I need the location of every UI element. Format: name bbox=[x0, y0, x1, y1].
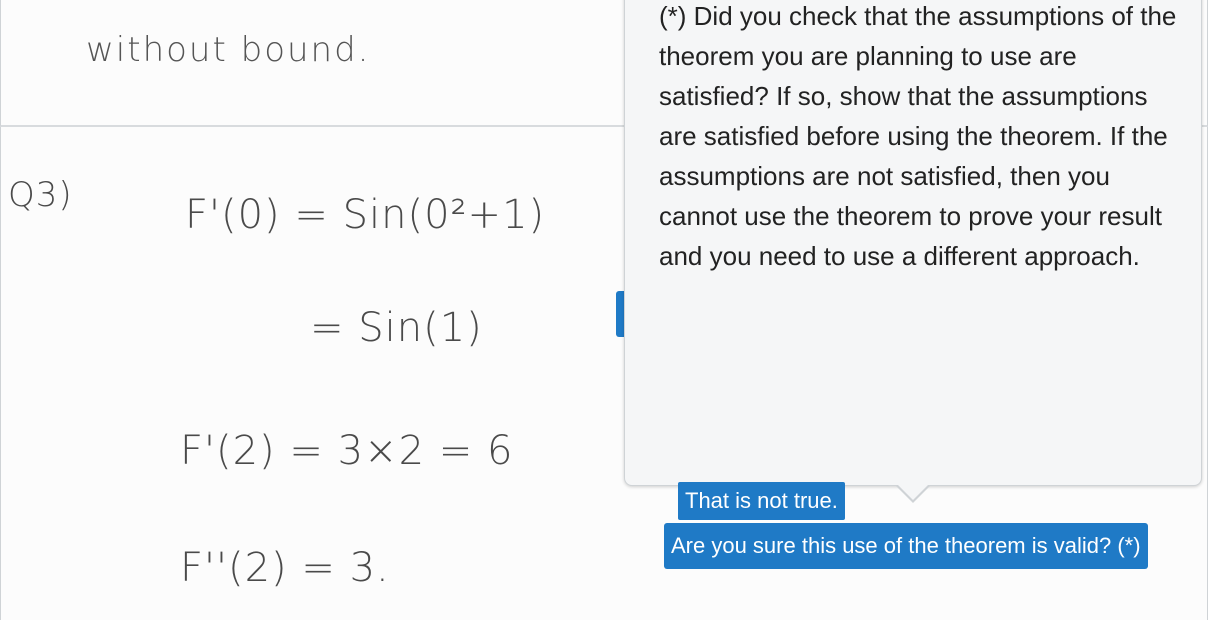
question-label: Q3) bbox=[8, 175, 73, 215]
handwritten-line-3: F'(2) = 3×2 = 6 bbox=[180, 428, 514, 474]
handwritten-line-1: F'(0) = Sin(0²+1) bbox=[185, 192, 546, 238]
popover-arrow-fill bbox=[897, 484, 929, 500]
handwritten-line-2: = Sin(1) bbox=[310, 305, 483, 351]
comment-chip-theorem-valid[interactable]: Are you sure this use of the theorem is … bbox=[664, 523, 1148, 569]
comment-popover: (*) Did you check that the assumptions o… bbox=[624, 0, 1202, 486]
handwritten-line-4: F''(2) = 3. bbox=[180, 545, 390, 591]
comment-chip-not-true[interactable]: That is not true. bbox=[678, 482, 845, 520]
popover-text: (*) Did you check that the assumptions o… bbox=[659, 1, 1177, 271]
handwritten-top-text: without bound. bbox=[86, 30, 371, 70]
